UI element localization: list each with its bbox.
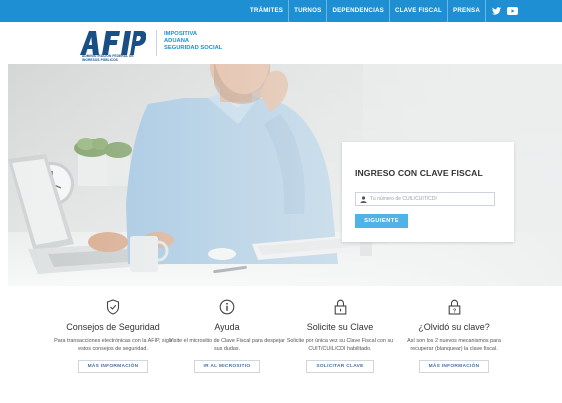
feature-title: Ayuda <box>214 322 240 332</box>
mas-informacion-button[interactable]: MÁS INFORMACIÓN <box>418 360 490 373</box>
siguiente-button[interactable]: SIGUIENTE <box>355 214 408 228</box>
logo-caption: ADMINISTRACIÓN FEDERAL DE INGRESOS PÚBLI… <box>82 54 134 62</box>
feature-title: ¿Olvidó su clave? <box>418 322 490 332</box>
cuit-field[interactable] <box>355 192 495 206</box>
twitter-icon[interactable] <box>492 2 501 20</box>
nav-item-clave-fiscal[interactable]: CLAVE FISCAL <box>389 0 447 22</box>
site-header: ADMINISTRACIÓN FEDERAL DE INGRESOS PÚBLI… <box>0 22 562 64</box>
nav-item-tramites[interactable]: TRÁMITES <box>245 0 288 22</box>
hero-banner: INGRESO CON CLAVE FISCAL SIGUIENTE <box>8 64 562 286</box>
shield-check-icon <box>106 298 120 320</box>
ir-al-micrositio-button[interactable]: IR AL MICROSITIO <box>193 360 261 373</box>
feature-title: Consejos de Seguridad <box>66 322 160 332</box>
feature-description: Solicite por única vez su Clave Fiscal c… <box>286 338 394 352</box>
lock-question-icon: ? <box>448 299 461 320</box>
solicitar-clave-button[interactable]: SOLICITAR CLAVE <box>306 360 374 373</box>
feature-title: Solicite su Clave <box>306 322 374 332</box>
feature-description: Así son los 2 nuevos mecanismos para rec… <box>407 338 501 352</box>
org-line-seguridad-social: SEGURIDAD SOCIAL <box>164 45 223 51</box>
feature-solicite-clave: Solicite su Clave Solicite por única vez… <box>275 299 405 373</box>
nav-item-turnos[interactable]: TURNOS <box>288 0 326 22</box>
feature-description: Visite el micrositio de Clave Fiscal par… <box>169 338 285 352</box>
info-icon <box>219 299 235 320</box>
feature-description: Para transacciones electrónicas con la A… <box>54 338 172 352</box>
org-line-aduana: ADUANA <box>164 38 190 44</box>
cuit-input[interactable] <box>370 193 490 205</box>
feature-ayuda: Ayuda Visite el micrositio de Clave Fisc… <box>162 299 292 373</box>
login-title: INGRESO CON CLAVE FISCAL <box>355 168 483 178</box>
login-card: INGRESO CON CLAVE FISCAL SIGUIENTE <box>342 142 514 242</box>
header-divider <box>156 30 157 56</box>
feature-olvido-clave: ? ¿Olvidó su clave? Así son los 2 nuevos… <box>389 299 519 373</box>
user-icon <box>356 193 370 205</box>
feature-consejos-seguridad: Consejos de Seguridad Para transacciones… <box>48 298 178 373</box>
lock-icon <box>334 299 347 320</box>
youtube-icon[interactable] <box>507 2 518 20</box>
top-nav-bar: TRÁMITES TURNOS DEPENDENCIAS CLAVE FISCA… <box>0 0 562 22</box>
nav-item-dependencias[interactable]: DEPENDENCIAS <box>326 0 389 22</box>
mas-informacion-button[interactable]: MÁS INFORMACIÓN <box>77 360 149 373</box>
nav-item-prensa[interactable]: PRENSA <box>447 0 485 22</box>
top-nav: TRÁMITES TURNOS DEPENDENCIAS CLAVE FISCA… <box>245 0 518 22</box>
org-lines: IMPOSITIVA ADUANA SEGURIDAD SOCIAL <box>164 31 222 52</box>
social-links <box>485 0 518 22</box>
org-line-impositiva: IMPOSITIVA <box>164 31 198 37</box>
